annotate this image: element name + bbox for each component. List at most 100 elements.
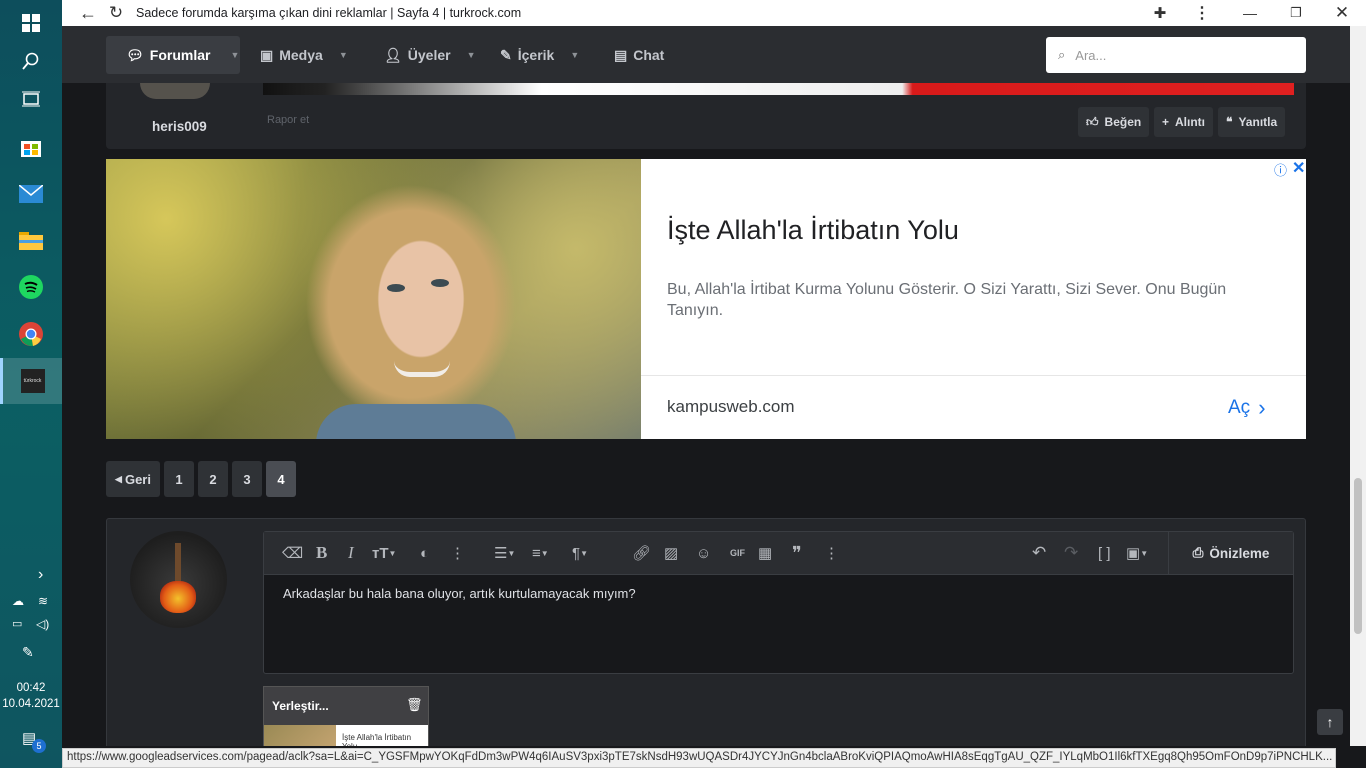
turkrock-icon: türkrock — [20, 369, 45, 393]
smiley-icon[interactable]: ☺ — [696, 543, 711, 563]
ad-photo-shirt — [316, 404, 516, 439]
wifi-icon[interactable]: ≋ — [38, 594, 48, 608]
nav-media[interactable]: ▣ Medya ▼ — [260, 36, 348, 74]
palette-icon[interactable]: ◐ — [420, 543, 429, 563]
scrollbar-thumb[interactable] — [1354, 478, 1362, 634]
trash-icon[interactable]: 🗑︎ — [406, 697, 423, 713]
pagination-page-3[interactable]: 3 — [232, 461, 262, 497]
bold-icon[interactable]: B — [316, 543, 327, 563]
minimize-icon[interactable]: — — [1238, 3, 1262, 23]
file-explorer-button[interactable] — [0, 217, 62, 263]
editor-content[interactable]: Arkadaşlar bu hala bana oluyor, artık ku… — [283, 586, 636, 601]
ad-description[interactable]: Bu, Allah'la İrtibat Kurma Yolunu Göster… — [667, 279, 1257, 321]
image-icon[interactable]: ▨ — [664, 543, 678, 563]
ad-open-label: Aç — [1228, 397, 1251, 418]
back-arrow-icon[interactable]: ← — [76, 3, 100, 23]
pagination-page-4[interactable]: 4 — [266, 461, 296, 497]
extensions-puzzle-icon[interactable]: ✚ — [1148, 3, 1172, 23]
more-vertical-icon[interactable]: ⋮ — [450, 543, 465, 563]
current-user-avatar[interactable] — [130, 531, 227, 628]
previous-post: heris009 Rapor et 👍︎ Beğen + Alıntı ❝ Yanıt… — [106, 83, 1306, 149]
volume-icon[interactable]: ◁) — [36, 617, 49, 631]
menu-dots-icon[interactable]: ⋮ — [1190, 3, 1214, 23]
like-button[interactable]: 👍︎ Beğen — [1078, 107, 1150, 137]
forum-navbar: 💬︎ Forumlar ▼ ▣ Medya ▼ 👤︎ Üyeler ▼ ✎ İç… — [62, 26, 1350, 83]
nav-media-label: Medya — [279, 47, 323, 63]
attachment-insert-button[interactable]: Yerleştir... — [272, 699, 329, 713]
onedrive-icon[interactable]: ☁ — [12, 594, 24, 608]
link-icon[interactable]: 🔗︎ — [632, 543, 651, 563]
notification-count-badge: 5 — [32, 739, 46, 753]
font-size-icon[interactable]: тT ▼ — [372, 543, 396, 563]
thumbs-up-icon: 👍︎ — [1086, 114, 1099, 129]
reply-button[interactable]: ❝ Yanıtla — [1218, 107, 1286, 137]
italic-icon[interactable]: I — [348, 543, 354, 563]
quote-label: Alıntı — [1175, 115, 1206, 129]
quote-button[interactable]: + Alıntı — [1154, 107, 1214, 137]
pen-icon[interactable]: ✎ — [22, 644, 34, 661]
report-link[interactable]: Rapor et — [267, 114, 309, 126]
more-vertical-icon[interactable]: ⋮ — [824, 543, 839, 563]
gif-icon[interactable]: GIF — [730, 543, 745, 563]
turkrock-app-button[interactable]: türkrock — [0, 358, 62, 404]
mail-app-button[interactable] — [0, 171, 62, 217]
chrome-app-button[interactable] — [0, 311, 62, 357]
pagination-page-1[interactable]: 1 — [164, 461, 194, 497]
nav-chat-label: Chat — [633, 47, 665, 63]
battery-icon[interactable]: ▭ — [12, 617, 22, 630]
bbcode-toggle-icon[interactable]: [ ] — [1098, 543, 1111, 563]
embedded-ad-image[interactable] — [263, 83, 1294, 95]
ad-open-button[interactable]: Aç › — [1228, 395, 1266, 421]
post-username[interactable]: heris009 — [152, 119, 207, 134]
paragraph-icon[interactable]: ¶ ▼ — [572, 543, 588, 563]
google-ad-banner[interactable]: İşte Allah'la İrtibatın Yolu Bu, Allah'l… — [106, 159, 1306, 439]
clock-date[interactable]: 10.04.2021 — [0, 696, 62, 712]
ad-photo-woman[interactable] — [106, 159, 641, 439]
nav-content[interactable]: ✎ İçerik ▼ — [500, 36, 579, 74]
nav-forums[interactable]: 💬︎ Forumlar ▼ — [106, 36, 240, 74]
chevron-down-icon[interactable]: ▼ — [570, 50, 579, 60]
edit-icon: ✎ — [500, 46, 512, 63]
ad-title[interactable]: İşte Allah'la İrtibatın Yolu — [667, 215, 959, 246]
chevron-down-icon[interactable]: ▼ — [339, 50, 348, 60]
undo-icon[interactable]: ↶ — [1032, 543, 1046, 563]
nav-chat[interactable]: ▤ Chat — [614, 36, 664, 74]
caret-left-icon: ◀ — [115, 473, 122, 484]
close-window-icon[interactable]: ✕ — [1330, 3, 1354, 23]
media-icon[interactable]: ▦ — [758, 543, 772, 563]
task-view-button[interactable] — [0, 76, 62, 122]
nav-members[interactable]: 👤︎ Üyeler ▼ — [384, 36, 476, 74]
drafts-icon[interactable]: ▣ ▼ — [1126, 543, 1148, 563]
search-input[interactable]: ⌕ Ara... — [1046, 37, 1306, 73]
preview-button[interactable]: ⎙ Önizleme — [1168, 532, 1293, 574]
pagination-prev-button[interactable]: ◀ Geri — [106, 461, 160, 497]
eraser-icon[interactable]: ⌫ — [282, 543, 303, 563]
redo-icon: ↷ — [1064, 543, 1079, 562]
ad-close-icon[interactable]: ✕ — [1292, 159, 1305, 178]
reload-icon[interactable]: ↻ — [104, 3, 128, 23]
user-avatar[interactable] — [140, 83, 210, 99]
ad-info-icon[interactable]: ⓘ — [1274, 160, 1287, 179]
align-icon[interactable]: ≡ ▼ — [532, 543, 549, 563]
spotify-app-button[interactable] — [0, 264, 62, 310]
list-icon[interactable]: ☰ ▼ — [494, 543, 515, 563]
quick-reply-box: ⌫ B I тT ▼ ◐ ⋮ ☰ ▼ ≡ ▼ ¶ ▼ 🔗︎ ▨ ☺ GIF ▦ ❞ ⋮ … — [106, 518, 1306, 746]
attachment-thumbnail[interactable]: İşte Allah'la İrtibatın Yolu Yerleştir..… — [263, 686, 429, 746]
chevron-right-icon[interactable]: › — [38, 566, 43, 584]
chevron-down-icon[interactable]: ▼ — [230, 50, 239, 60]
rich-text-editor[interactable]: ⌫ B I тT ▼ ◐ ⋮ ☰ ▼ ≡ ▼ ¶ ▼ 🔗︎ ▨ ☺ GIF ▦ ❞ ⋮ … — [263, 531, 1294, 674]
ad-url[interactable]: kampusweb.com — [667, 397, 795, 417]
task-view-icon — [22, 91, 40, 107]
quote-icon[interactable]: ❞ — [792, 543, 802, 563]
avatar-guitar-body — [160, 581, 196, 613]
pagination-page-2[interactable]: 2 — [198, 461, 228, 497]
restore-window-icon[interactable]: ❐ — [1284, 3, 1308, 23]
windows-taskbar: türkrock › ☁ ≋ ▭ ◁) ✎ 00:42 10.04.2021 ▤… — [0, 0, 62, 768]
scroll-to-top-button[interactable]: ↑ — [1317, 709, 1343, 735]
chevron-right-icon: › — [1258, 395, 1266, 420]
page-scrollbar[interactable] — [1350, 26, 1366, 746]
store-app-button[interactable] — [0, 124, 62, 170]
plus-icon: + — [1162, 115, 1170, 129]
chevron-down-icon[interactable]: ▼ — [467, 50, 476, 60]
clock-time[interactable]: 00:42 — [0, 680, 62, 696]
